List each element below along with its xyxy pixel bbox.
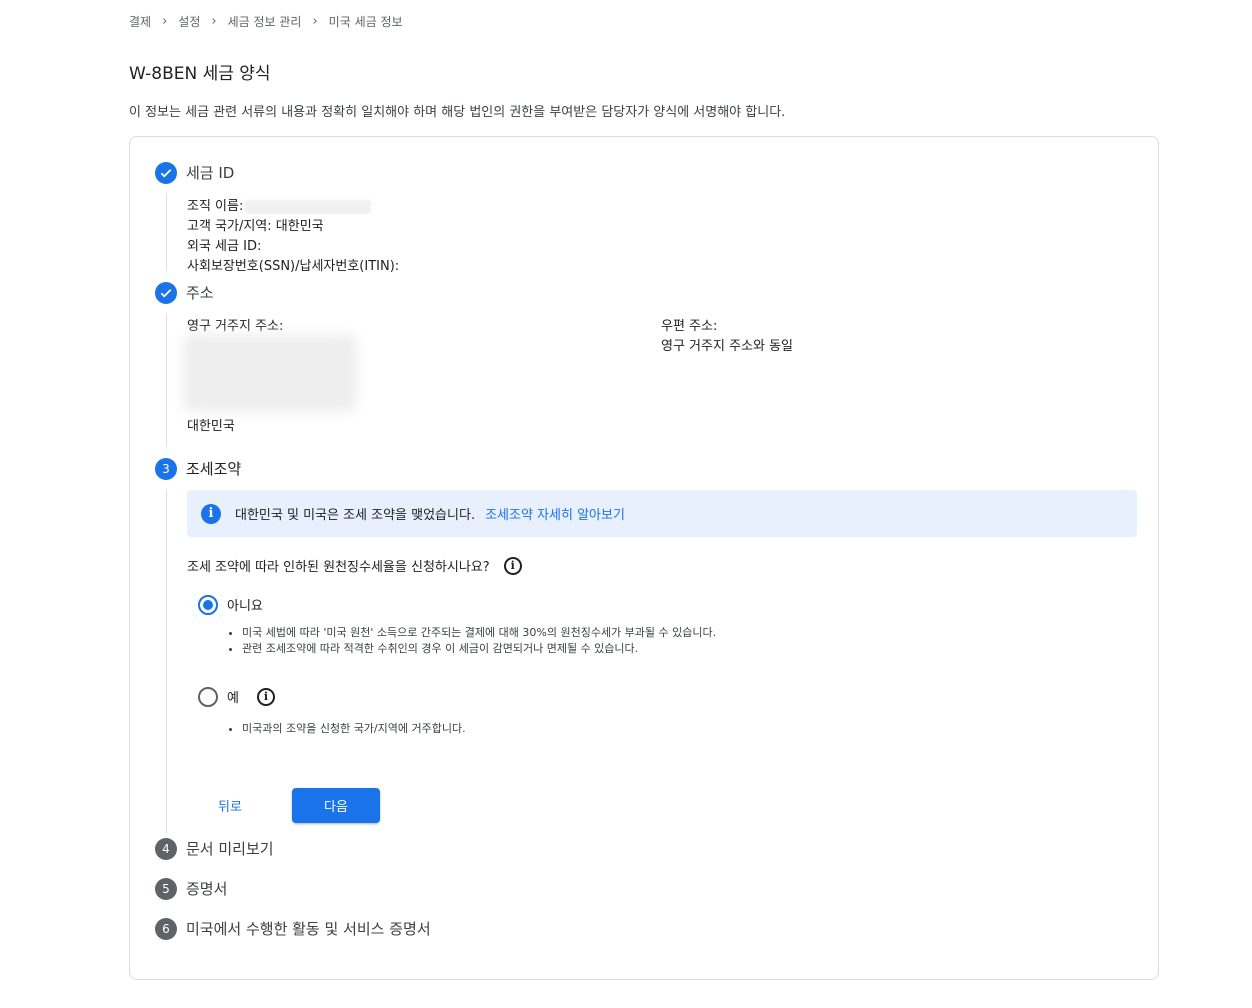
customer-country: 고객 국가/지역: 대한민국 [187, 219, 324, 234]
step-connector [166, 489, 167, 833]
step-title-address[interactable]: 주소 [186, 282, 214, 303]
redacted-org-name [245, 199, 372, 214]
info-outline-icon[interactable]: i [256, 687, 275, 706]
back-button[interactable]: 뒤로 [206, 788, 254, 822]
step-number-badge: 3 [155, 458, 177, 480]
breadcrumb-settings[interactable]: 설정 [178, 13, 200, 30]
step-title-tax-id[interactable]: 세금 ID [186, 162, 234, 183]
radio-yes-text[interactable]: 예 [227, 687, 239, 706]
breadcrumb: 결제 › 설정 › 세금 정보 관리 › 미국 세금 정보 [129, 13, 403, 30]
page-description: 이 정보는 세금 관련 서류의 내용과 정확히 일치해야 하며 해당 법인의 권… [129, 105, 786, 120]
step-number-badge: 5 [155, 878, 177, 900]
step-connector [166, 313, 167, 447]
step-title-us-activities: 미국에서 수행한 활동 및 서비스 증명서 [186, 920, 431, 938]
mailing-address-value: 영구 거주지 주소와 동일 [661, 339, 793, 354]
step-title-treaty: 조세조약 [186, 460, 242, 478]
info-outline-icon[interactable]: i [503, 556, 522, 575]
chevron-right-icon: › [162, 14, 168, 29]
org-name-row: 조직 이름: [187, 195, 372, 214]
radio-no-label[interactable]: 아니요 [227, 595, 263, 614]
step-number-badge: 4 [155, 838, 177, 860]
option-yes-details: 미국과의 조약을 신청한 국가/지역에 거주합니다. [228, 721, 466, 737]
list-item: 관련 조세조약에 따라 적격한 수취인의 경우 이 세금이 감면되거나 면제될 … [242, 641, 716, 657]
page-title: W-8BEN 세금 양식 [129, 64, 271, 84]
breadcrumb-tax-info-manage[interactable]: 세금 정보 관리 [228, 13, 302, 30]
next-button[interactable]: 다음 [292, 788, 380, 823]
address-country: 대한민국 [187, 419, 235, 434]
step-title-certificate: 증명서 [186, 880, 228, 898]
breadcrumb-payments[interactable]: 결제 [129, 13, 151, 30]
list-item: 미국 세법에 따라 '미국 원천' 소득으로 간주되는 결제에 대해 30%의 … [242, 625, 716, 641]
treaty-info-text: 대한민국 및 미국은 조세 조약을 맺었습니다. [235, 508, 476, 523]
ssn-itin: 사회보장번호(SSN)/납세자번호(ITIN): [187, 259, 400, 274]
radio-no[interactable] [198, 595, 218, 615]
step-title-preview: 문서 미리보기 [186, 840, 274, 858]
permanent-address-label: 영구 거주지 주소: [187, 319, 284, 334]
radio-yes[interactable] [198, 687, 218, 707]
org-name-label: 조직 이름: [187, 199, 244, 214]
option-no-details: 미국 세법에 따라 '미국 원천' 소득으로 간주되는 결제에 대해 30%의 … [228, 625, 716, 657]
breadcrumb-us-tax-info: 미국 세금 정보 [328, 15, 403, 29]
treaty-question: 조세 조약에 따라 인하된 원천징수세율을 신청하시나요? i [187, 556, 522, 575]
treaty-learn-more-link[interactable]: 조세조약 자세히 알아보기 [485, 504, 625, 523]
chevron-right-icon: › [211, 14, 217, 29]
mailing-address-label: 우편 주소: [661, 319, 718, 334]
redacted-address [184, 335, 356, 411]
treaty-question-text: 조세 조약에 따라 인하된 원천징수세율을 신청하시나요? [187, 560, 490, 575]
info-icon: i [201, 503, 221, 524]
step-number-badge: 6 [155, 918, 177, 940]
step-connector [166, 193, 167, 271]
tax-form-stepper: 세금 ID 조직 이름: 고객 국가/지역: 대한민국 외국 세금 ID: 사회… [129, 136, 1159, 980]
step-complete-check-icon [155, 162, 177, 184]
step-complete-check-icon [155, 282, 177, 304]
list-item: 미국과의 조약을 신청한 국가/지역에 거주합니다. [242, 721, 466, 737]
radio-yes-label: 예 i [227, 687, 275, 706]
foreign-tax-id: 외국 세금 ID: [187, 239, 262, 254]
treaty-info-banner: i 대한민국 및 미국은 조세 조약을 맺었습니다. 조세조약 자세히 알아보기 [187, 490, 1137, 537]
chevron-right-icon: › [312, 14, 318, 29]
